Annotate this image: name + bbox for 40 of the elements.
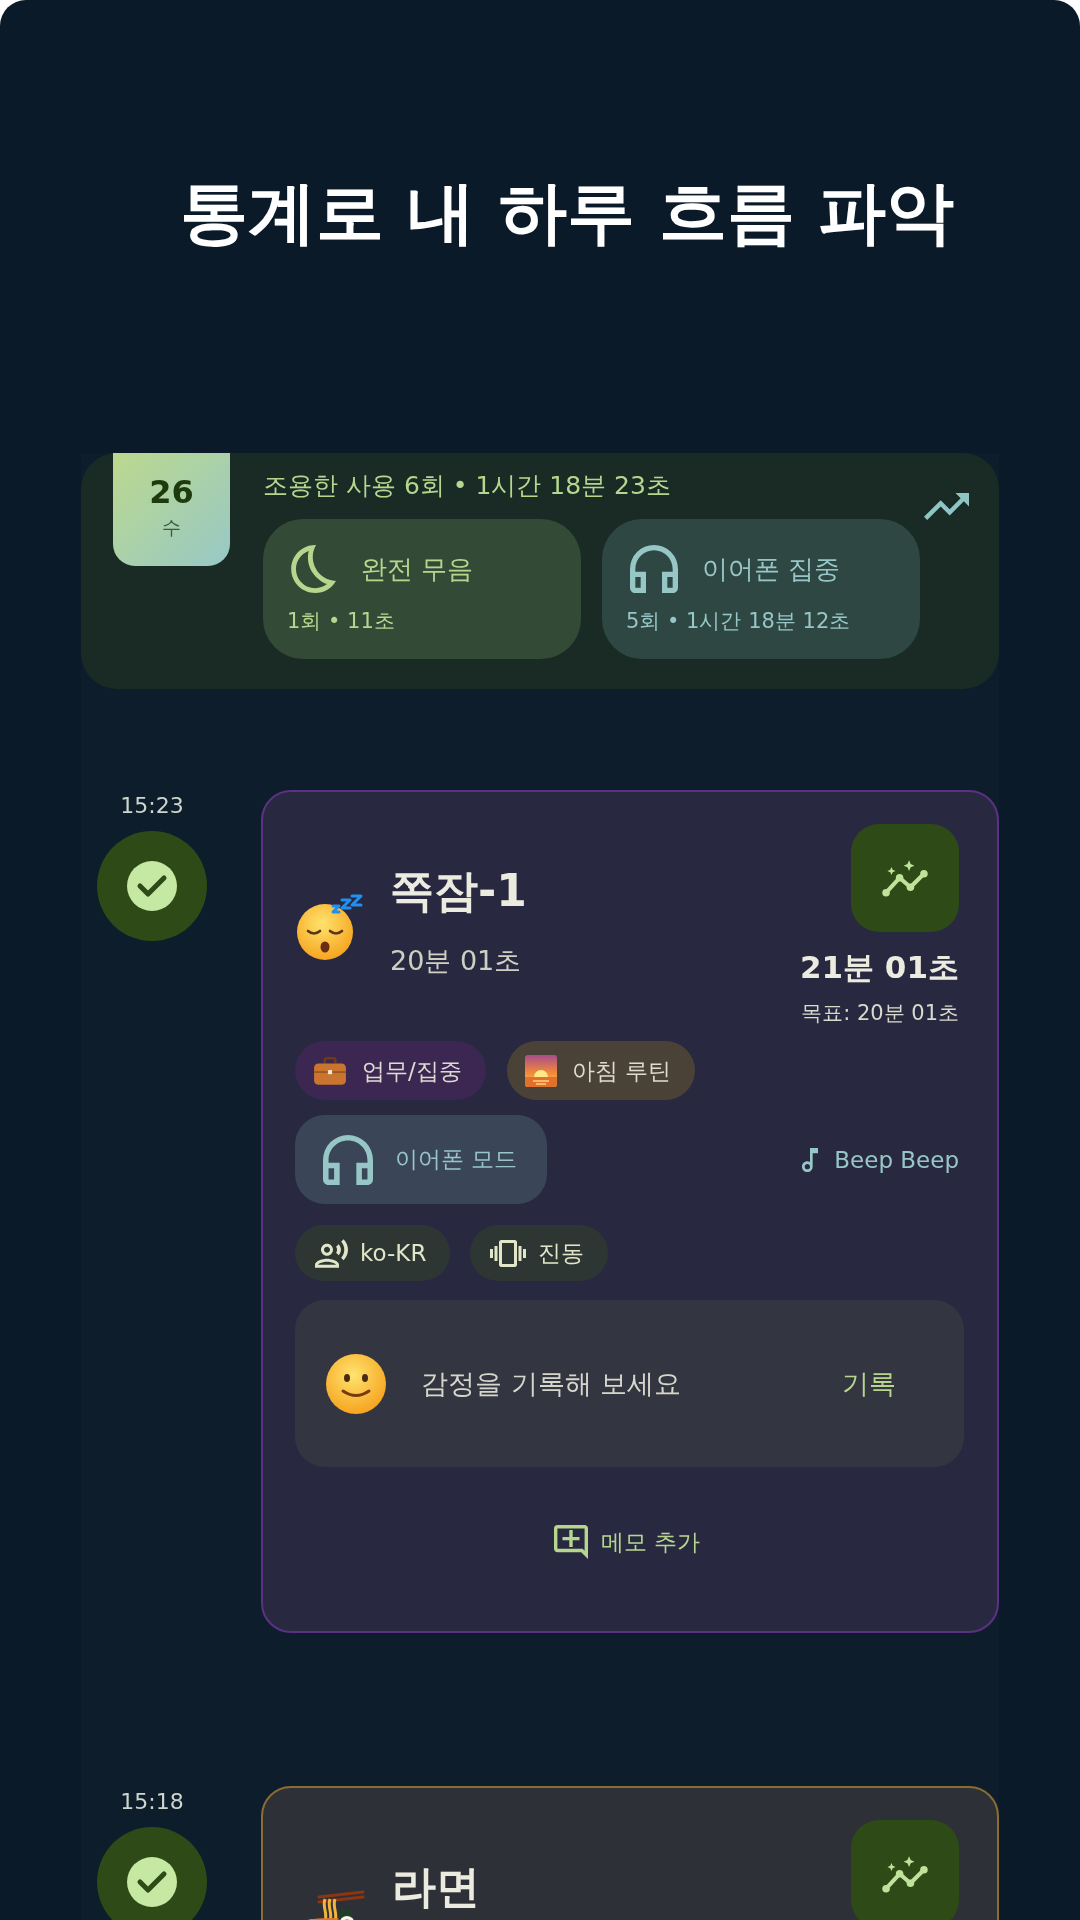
time-label: 15:18 (120, 1789, 184, 1815)
record-mood-button[interactable]: 기록 (838, 1364, 900, 1403)
trend-up-icon[interactable] (924, 493, 969, 520)
smiling-face-icon (326, 1353, 386, 1414)
headphones-icon (630, 545, 678, 593)
earphone-mode-button[interactable]: 이어폰 모드 (295, 1115, 548, 1204)
sunrise-icon (524, 1054, 557, 1087)
actual-duration: 21분 01초 (799, 948, 959, 986)
sparkle-chart-icon (882, 859, 928, 897)
tag-label: 아침 루틴 (571, 1056, 672, 1085)
music-note-icon (802, 1147, 819, 1172)
setting-label: ko-KR (360, 1239, 427, 1267)
mode-name: 완전 무음 (361, 553, 474, 585)
goal-label: 목표: 20분 01초 (801, 1000, 959, 1026)
mood-prompt: 감정을 기록해 보세요 (421, 1366, 682, 1401)
add-comment-icon (553, 1525, 588, 1559)
planned-duration: 20분 01초 (390, 944, 522, 978)
entry-title: 라면 (392, 1861, 480, 1913)
sound-name: Beep Beep (834, 1145, 959, 1174)
chart-sparkle-button[interactable] (851, 824, 959, 932)
moon-icon (291, 545, 337, 593)
headphones-icon (323, 1134, 373, 1185)
tag-label: 업무/집중 (362, 1056, 462, 1085)
add-memo-button[interactable]: 메모 추가 (553, 1525, 701, 1559)
sleeping-face-icon (295, 894, 363, 960)
speaking-person-icon (315, 1238, 348, 1268)
chart-sparkle-button[interactable] (851, 1820, 959, 1920)
headline: 통계로 내 하루 흐름 파악 (179, 172, 955, 254)
mode-name: 이어폰 집중 (702, 553, 841, 585)
briefcase-icon (313, 1056, 347, 1085)
weekday-label: 수 (162, 515, 181, 539)
setting-label: 진동 (538, 1239, 585, 1267)
entry-title: 쪽잠-1 (390, 865, 527, 917)
vibrating-phone-icon (490, 1239, 527, 1267)
sparkle-chart-icon (882, 1855, 928, 1893)
mode-stats: 5회 • 1시간 18분 12초 (626, 608, 851, 634)
summary-text: 조용한 사용 6회 • 1시간 18분 23초 (263, 471, 671, 501)
mode-stats: 1회 • 11초 (287, 608, 395, 634)
date-number: 26 (149, 473, 194, 511)
time-label: 15:23 (120, 793, 184, 819)
